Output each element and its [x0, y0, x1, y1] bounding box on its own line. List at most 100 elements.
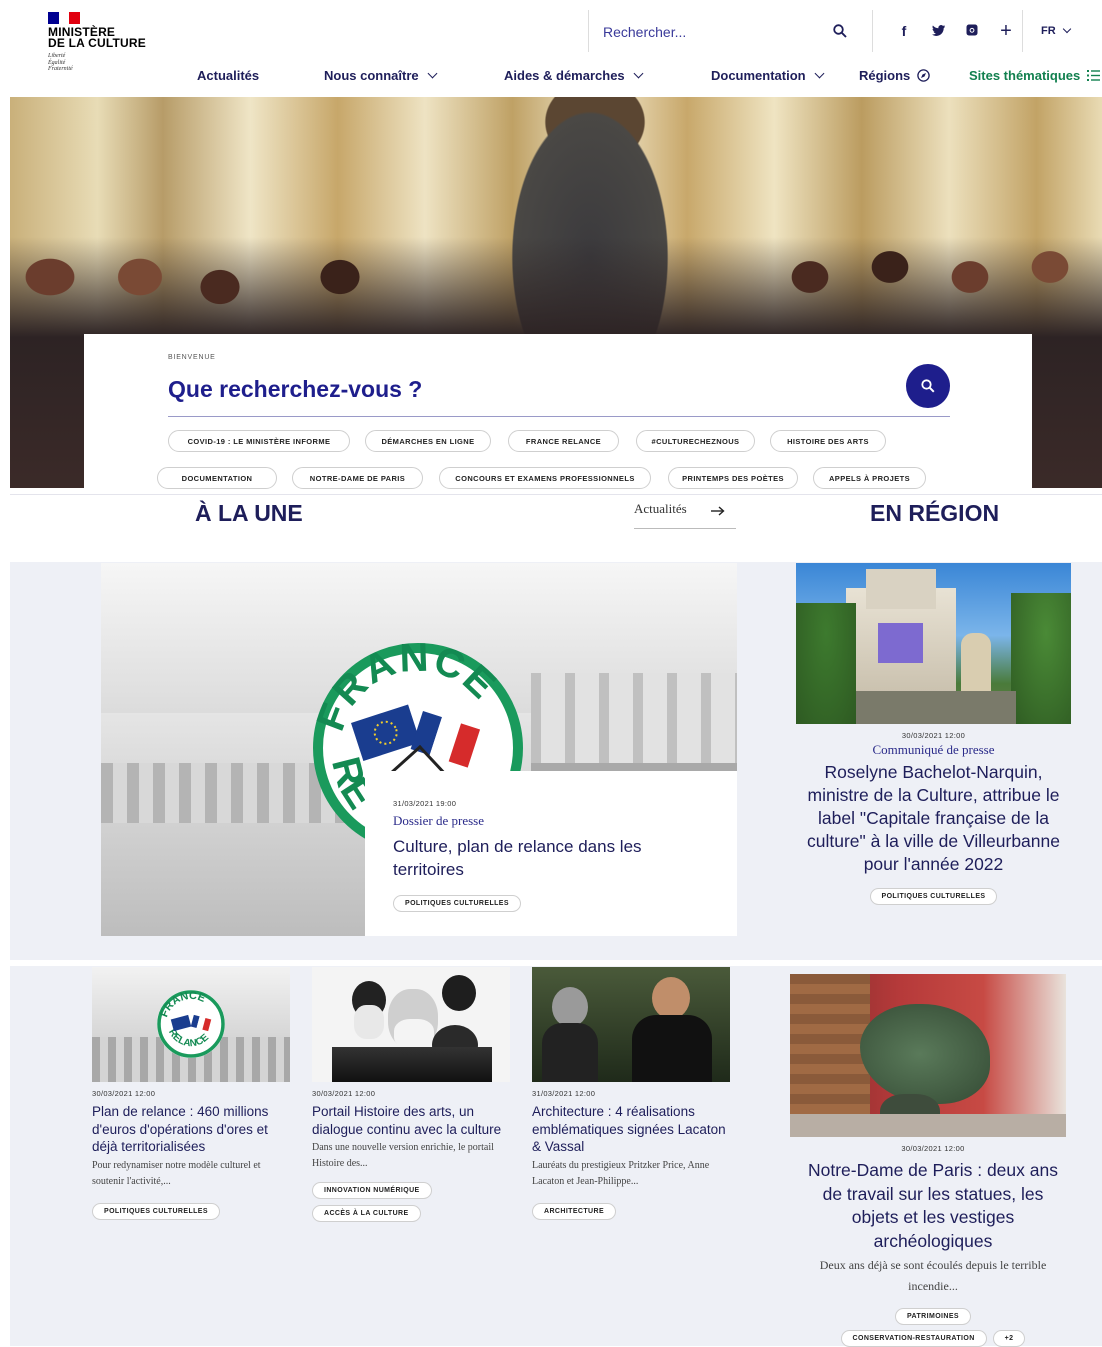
- region-card-2[interactable]: 30/03/2021 12:00 Notre-Dame de Paris : d…: [800, 1144, 1066, 1347]
- nav-aides-demarches[interactable]: Aides & démarches: [504, 68, 644, 83]
- hero-kicker: BIENVENUE: [168, 354, 216, 361]
- chip-printemps-poetes[interactable]: PRINTEMPS DES POÈTES: [668, 467, 798, 489]
- featured-title[interactable]: Culture, plan de relance dans les territ…: [393, 835, 703, 881]
- tag-politiques-culturelles[interactable]: POLITIQUES CULTURELLES: [92, 1202, 220, 1220]
- list-icon: [1087, 70, 1101, 81]
- region-card-2-date: 30/03/2021 12:00: [901, 1144, 965, 1153]
- search-icon: [921, 379, 935, 393]
- arrow-right-icon: [710, 506, 725, 516]
- card-2-title[interactable]: Portail Histoire des arts, un dialogue c…: [312, 1103, 512, 1138]
- section-title-a-la-une: À LA UNE: [195, 500, 303, 526]
- card-1-excerpt: Pour redynamiser notre modèle culturel e…: [92, 1159, 261, 1187]
- french-flag-icon: [48, 12, 81, 24]
- nav-documentation-label: Documentation: [711, 68, 806, 83]
- tag-more-count[interactable]: +2: [992, 1330, 1026, 1347]
- card-3-image[interactable]: [532, 967, 730, 1082]
- facebook-icon[interactable]: f: [887, 23, 921, 39]
- card-2-image[interactable]: [312, 967, 510, 1082]
- twitter-icon[interactable]: [921, 23, 955, 39]
- nav-nous-connaitre[interactable]: Nous connaître: [324, 68, 438, 83]
- chevron-down-icon: [633, 68, 644, 79]
- chevron-down-icon: [1062, 24, 1071, 34]
- hero-search-card: BIENVENUE Que recherchez-vous ? COVID-19…: [84, 334, 1032, 489]
- card-2-tags: INNOVATION NUMÉRIQUE ACCÈS À LA CULTURE: [312, 1182, 512, 1222]
- chip-notre-dame[interactable]: NOTRE-DAME DE PARIS: [292, 467, 423, 489]
- chip-appels-projets[interactable]: APPELS À PROJETS: [813, 467, 926, 489]
- tag-architecture[interactable]: ARCHITECTURE: [532, 1202, 617, 1220]
- france-relance-logo: FRANCE RELANCE: [157, 990, 225, 1058]
- card-2-date: 30/03/2021 12:00: [312, 1089, 376, 1098]
- region-card-2-title[interactable]: Notre-Dame de Paris : deux ans de travai…: [800, 1159, 1066, 1253]
- region-kind: Communiqué de presse: [872, 742, 995, 757]
- chevron-down-icon: [814, 68, 825, 79]
- chevron-down-icon: [427, 68, 438, 79]
- region-card-2-excerpt: Deux ans déjà se sont écoulés depuis le …: [819, 1258, 1047, 1293]
- card-3-date: 31/03/2021 12:00: [532, 1089, 596, 1098]
- search-button[interactable]: [829, 20, 851, 42]
- nav-documentation[interactable]: Documentation: [711, 68, 825, 83]
- card-1-image[interactable]: FRANCE RELANCE: [92, 967, 290, 1082]
- nav-aides-label: Aides & démarches: [504, 68, 625, 83]
- nav-regions[interactable]: Régions: [859, 68, 931, 83]
- hero-search-button[interactable]: [906, 364, 950, 408]
- nav-sites-label: Sites thématiques: [969, 68, 1081, 83]
- instagram-icon[interactable]: [955, 23, 989, 39]
- language-selector[interactable]: FR: [1022, 10, 1071, 52]
- search-bar[interactable]: Rechercher...: [588, 10, 862, 52]
- tag-politiques-culturelles[interactable]: POLITIQUES CULTURELLES: [393, 895, 521, 912]
- search-input[interactable]: Rechercher...: [603, 24, 686, 40]
- featured-kind: Dossier de presse: [393, 813, 484, 828]
- nav-sites-thematiques[interactable]: Sites thématiques: [969, 68, 1101, 83]
- nav-regions-label: Régions: [859, 68, 911, 83]
- plus-icon[interactable]: +: [989, 20, 1023, 43]
- tag-patrimoines[interactable]: PATRIMOINES: [895, 1308, 971, 1325]
- chip-france-relance[interactable]: FRANCE RELANCE: [508, 430, 619, 452]
- region-card-2-image[interactable]: [790, 974, 1066, 1137]
- card-1-title[interactable]: Plan de relance : 460 millions d'euros d…: [92, 1103, 292, 1156]
- nav-actualites[interactable]: Actualités: [197, 68, 259, 83]
- card-2-excerpt: Dans une nouvelle version enrichie, le p…: [312, 1142, 494, 1169]
- featured-date: 31/03/2021 19:00: [393, 799, 457, 808]
- compass-icon: [917, 69, 931, 82]
- region-date: 30/03/2021 12:00: [901, 731, 966, 740]
- region-tags: POLITIQUES CULTURELLES: [796, 885, 1071, 905]
- chip-demarches[interactable]: DÉMARCHES EN LIGNE: [365, 430, 491, 452]
- ministry-logo[interactable]: MINISTÈRE DE LA CULTURE Liberté Égalité …: [48, 12, 148, 73]
- section-divider: [10, 494, 1102, 495]
- region-card-2-tags: PATRIMOINES CONSERVATION-RESTAURATION +2: [800, 1305, 1066, 1347]
- region-title[interactable]: Roselyne Bachelot-Narquin, ministre de l…: [796, 761, 1071, 876]
- main-nav: Actualités Nous connaître Aides & démarc…: [0, 68, 1102, 88]
- card-3[interactable]: 31/03/2021 12:00 Architecture : 4 réalis…: [532, 1089, 732, 1220]
- card-1-date: 30/03/2021 12:00: [92, 1089, 156, 1098]
- chip-histoire-des-arts[interactable]: HISTOIRE DES ARTS: [770, 430, 886, 452]
- social-links: f +: [872, 10, 1023, 52]
- card-1-tags: POLITIQUES CULTURELLES: [92, 1200, 292, 1220]
- hero-search-title[interactable]: Que recherchez-vous ?: [168, 376, 422, 403]
- tag-conservation-restauration[interactable]: CONSERVATION-RESTAURATION: [840, 1330, 987, 1347]
- nav-actualites-label: Actualités: [197, 68, 260, 83]
- card-3-title[interactable]: Architecture : 4 réalisations emblématiq…: [532, 1103, 732, 1156]
- tag-innovation-numerique[interactable]: INNOVATION NUMÉRIQUE: [312, 1182, 432, 1199]
- card-3-tags: ARCHITECTURE: [532, 1200, 732, 1220]
- featured-article-card[interactable]: 31/03/2021 19:00 Dossier de presse Cultu…: [365, 771, 737, 936]
- featured-tags: POLITIQUES CULTURELLES: [393, 892, 521, 912]
- chip-concours[interactable]: CONCOURS ET EXAMENS PROFESSIONNELS: [439, 467, 651, 489]
- site-header: MINISTÈRE DE LA CULTURE Liberté Égalité …: [0, 0, 1102, 96]
- card-1[interactable]: 30/03/2021 12:00 Plan de relance : 460 m…: [92, 1089, 292, 1220]
- chip-covid[interactable]: COVID-19 : LE MINISTÈRE INFORME: [168, 430, 350, 452]
- hero-search-underline: [168, 416, 950, 417]
- nav-nous-connaitre-label: Nous connaître: [324, 68, 419, 83]
- actualites-link-label: Actualités: [634, 501, 687, 516]
- tag-politiques-culturelles[interactable]: POLITIQUES CULTURELLES: [869, 888, 998, 905]
- language-label: FR: [1041, 25, 1056, 37]
- card-2[interactable]: 30/03/2021 12:00 Portail Histoire des ar…: [312, 1089, 512, 1222]
- chip-culturecheznous[interactable]: #CULTURECHEZNOUS: [636, 430, 755, 452]
- actualites-link[interactable]: Actualités: [634, 501, 736, 529]
- search-icon: [833, 24, 847, 38]
- region-article-card[interactable]: 30/03/2021 12:00 Communiqué de presse Ro…: [796, 731, 1071, 905]
- chip-documentation[interactable]: DOCUMENTATION: [157, 467, 277, 489]
- section-title-en-region: EN RÉGION: [870, 500, 1000, 526]
- tag-acces-a-la-culture[interactable]: ACCÈS À LA CULTURE: [312, 1205, 421, 1222]
- region-article-image[interactable]: [796, 563, 1071, 724]
- card-3-excerpt: Lauréats du prestigieux Pritzker Price, …: [532, 1159, 710, 1187]
